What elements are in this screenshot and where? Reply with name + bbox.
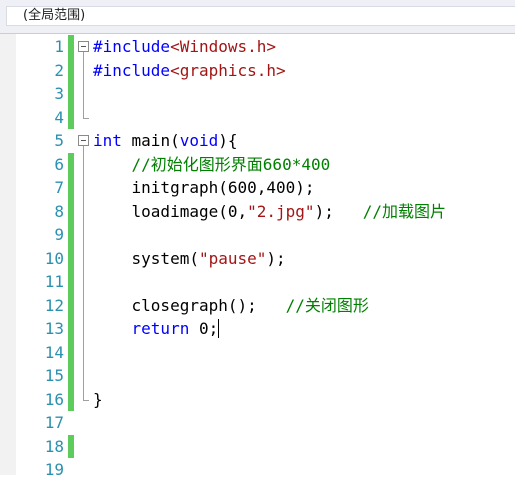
code-token: void [179,131,219,150]
code-line[interactable]: 14 [0,340,515,364]
code-line[interactable]: 12 closegraph(); //关闭图形 [0,293,515,318]
line-text: #include<Windows.h> [93,35,276,59]
code-token: #include [93,37,171,56]
line-number: 16 [44,389,64,409]
code-token: int [93,131,122,150]
code-line[interactable]: 7 initgraph(600,400); [0,176,515,200]
fold-guide-line [83,52,84,118]
change-indicator [68,246,74,270]
line-text: return 0; [93,317,220,341]
code-line[interactable]: 18 [0,434,515,458]
code-token: "2.jpg" [247,201,315,221]
line-number: 6 [54,154,64,174]
line-text: system("pause"); [93,247,286,271]
change-indicator [68,364,74,388]
change-indicator [68,35,74,59]
code-token: return [93,319,190,338]
code-token: "pause" [198,248,267,268]
code-line[interactable]: 19 [0,458,515,482]
change-indicator [68,58,74,82]
change-indicator [68,152,74,176]
code-token: initgraph(600,400); [93,178,315,197]
line-number: 12 [44,295,64,315]
change-indicator [68,82,74,106]
change-indicator [68,387,74,411]
code-token: closegraph(); [93,295,286,315]
code-line[interactable]: 6 //初始化图形界面660*400 [0,152,515,177]
change-indicator [68,434,74,458]
code-token: #include [93,60,171,80]
line-text: //初始化图形界面660*400 [93,153,331,177]
line-text: loadimage(0,"2.jpg"); //加载图片 [93,200,446,224]
code-line[interactable]: 4 [0,105,515,129]
change-indicator [68,317,74,341]
line-number: 14 [44,342,64,362]
scope-dropdown-value: (全局范围) [23,8,86,23]
code-line[interactable]: 16} [0,387,515,412]
navigation-bar: (全局范围) [0,0,515,34]
line-number: 18 [44,436,64,456]
line-number: 8 [54,201,64,221]
code-token: ); [314,201,363,221]
fold-guide-end [83,117,89,119]
change-indicator [68,293,74,317]
change-indicator [68,199,74,223]
code-token: //关闭图形 [285,295,369,315]
scope-dropdown[interactable]: (全局范围) [6,6,515,26]
line-number: 3 [54,84,64,103]
code-line[interactable]: 10 system("pause"); [0,246,515,271]
code-line[interactable]: 15 [0,364,515,388]
code-token: loadimage(0, [93,201,248,221]
line-number: 15 [44,366,64,385]
code-token: 0; [189,319,219,338]
code-line[interactable]: 13 return 0; [0,317,515,341]
code-token: <graphics.h> [170,60,286,80]
fold-guide-line [83,146,84,400]
code-token: ){ [218,131,238,150]
line-text: int main(void){ [93,129,238,153]
code-token: system( [93,248,199,268]
collapse-main-icon[interactable] [78,135,89,146]
change-indicator [68,340,74,364]
line-number: 17 [44,413,64,432]
code-line[interactable]: 9 [0,223,515,247]
line-number: 7 [54,178,64,197]
line-text: #include<graphics.h> [93,59,286,83]
line-text: closegraph(); //关闭图形 [93,294,369,318]
fold-guide-end [83,399,89,401]
code-line[interactable]: 11 [0,270,515,294]
code-line[interactable]: 8 loadimage(0,"2.jpg"); //加载图片 [0,199,515,224]
line-number: 19 [44,460,64,479]
line-number: 1 [54,37,64,56]
code-token: ); [266,248,286,268]
collapse-include-icon[interactable] [78,41,89,52]
code-line[interactable]: 3 [0,82,515,106]
line-number: 9 [54,225,64,244]
line-number: 10 [44,248,64,268]
change-indicator [68,105,74,129]
change-indicator [68,270,74,294]
code-editor[interactable]: 1 #include<Windows.h> 2 #include<graphics.h… [0,34,515,479]
line-number: 5 [54,131,64,150]
change-indicator [68,176,74,200]
code-line[interactable]: 2 #include<graphics.h> [0,58,515,83]
line-number: 11 [44,272,64,291]
line-number: 13 [44,319,64,338]
code-token: <Windows.h> [170,37,277,56]
line-text: } [93,388,103,412]
line-number: 2 [54,60,64,80]
change-indicator [68,223,74,247]
code-token: //初始化图形界面660*400 [93,154,331,174]
line-number: 4 [54,107,64,127]
code-line[interactable]: 17 [0,411,515,435]
line-text: initgraph(600,400); [93,176,315,200]
code-lines: 1 #include<Windows.h> 2 #include<graphics.h… [0,34,515,479]
code-token: main( [121,131,180,150]
text-caret [218,319,220,338]
code-token: //加载图片 [362,201,447,221]
code-token: } [93,389,103,409]
